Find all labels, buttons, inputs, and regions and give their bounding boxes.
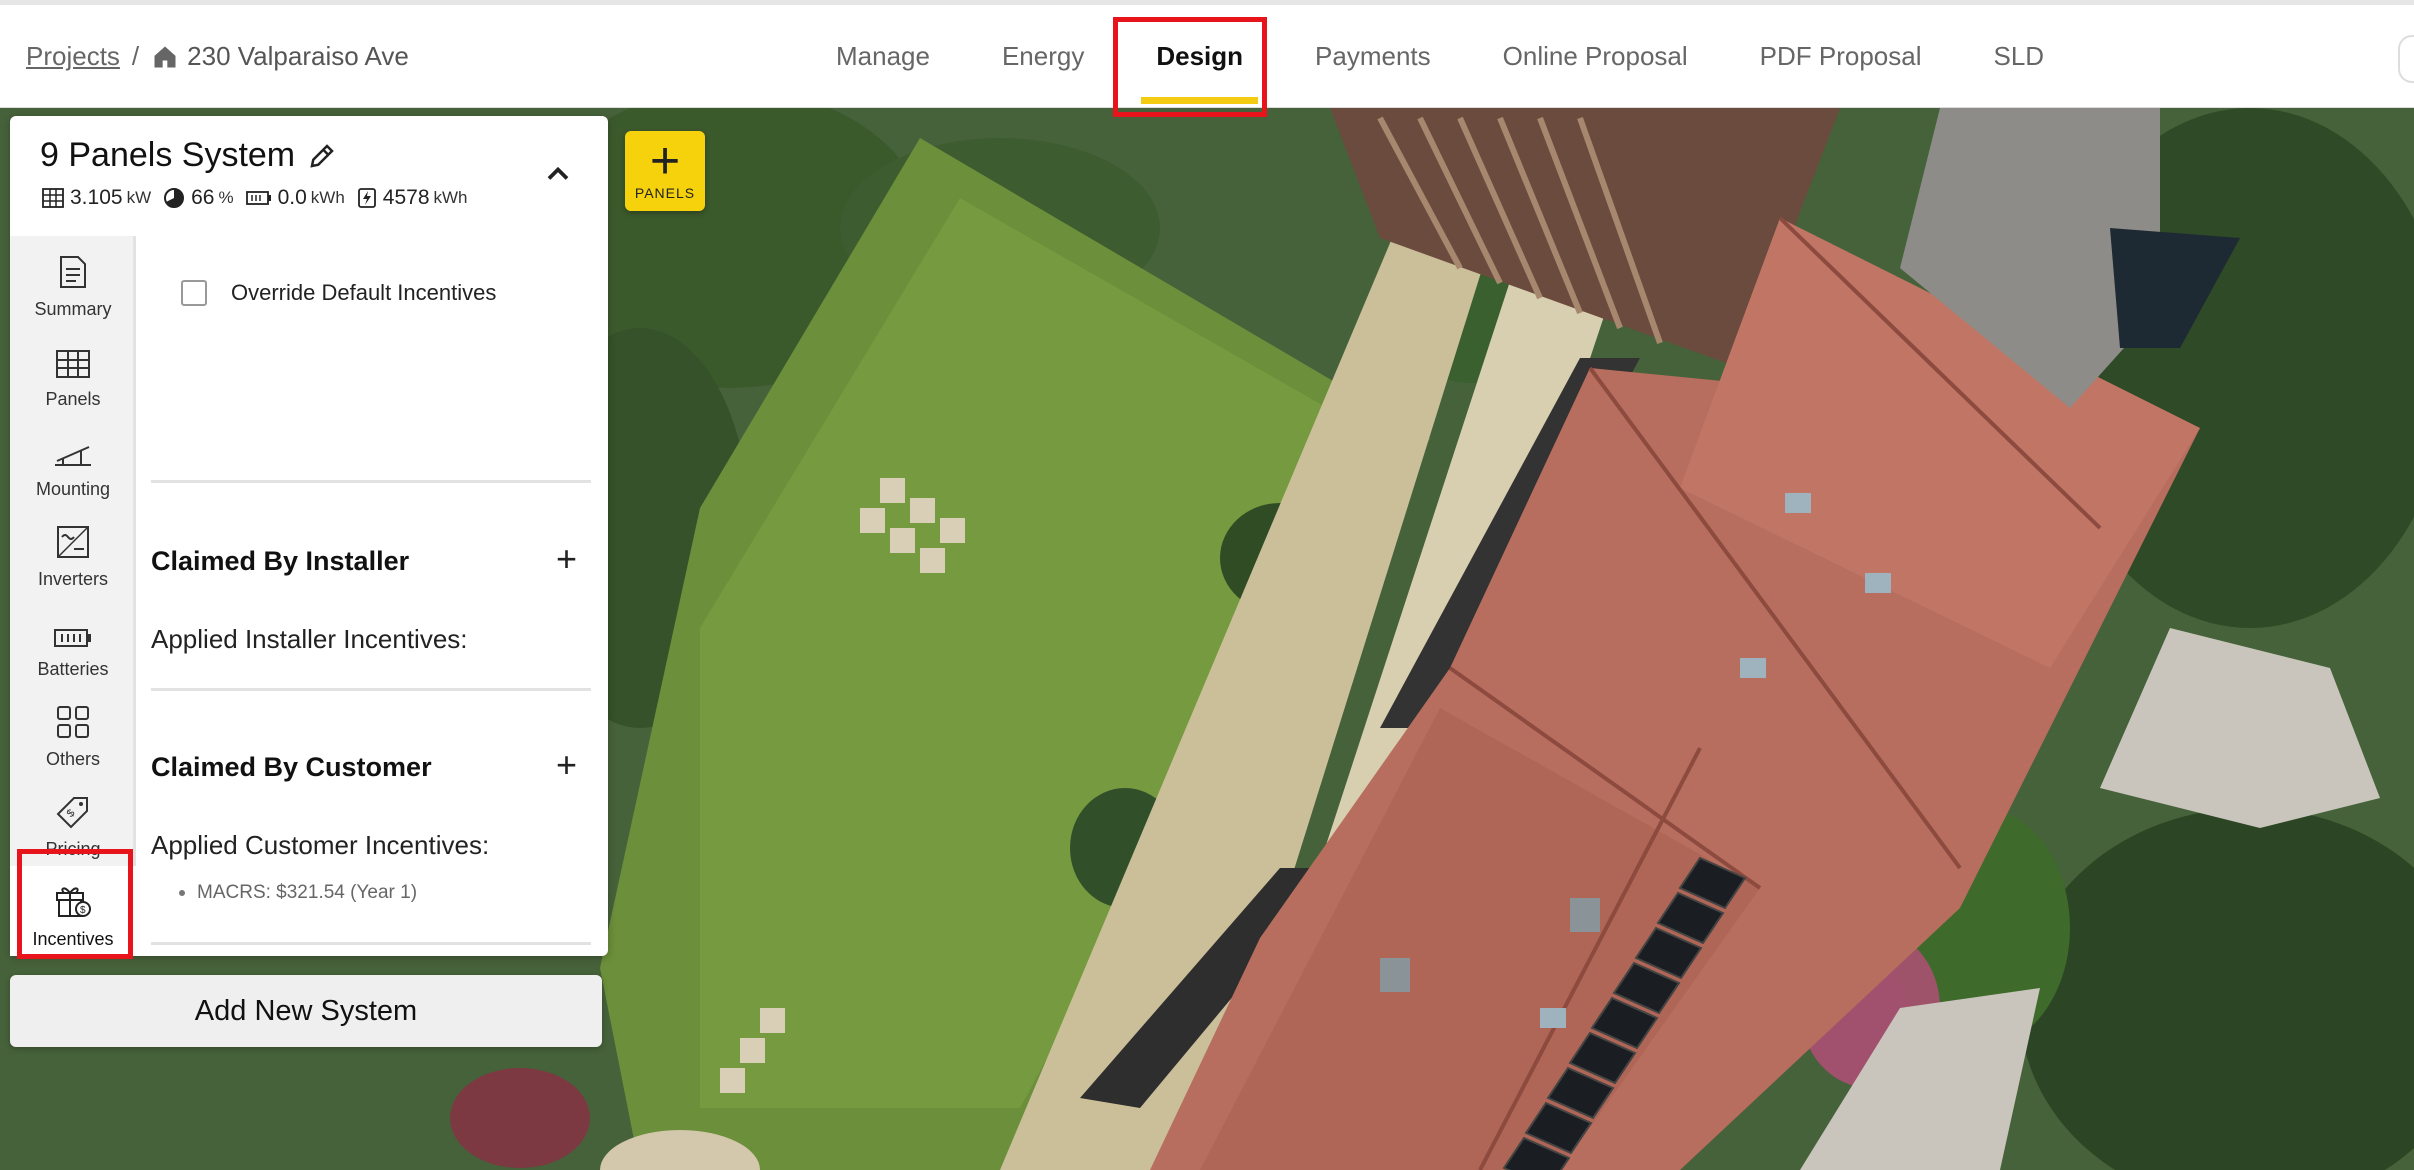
add-installer-incentive-button[interactable]: + <box>556 541 577 577</box>
add-panels-button[interactable]: + PANELS <box>625 131 705 211</box>
sidebar-item-others[interactable]: Others <box>10 686 136 776</box>
stat-system-size: 3.105 kW <box>42 186 151 210</box>
tab-payments[interactable]: Payments <box>1294 5 1452 108</box>
top-bar: Projects / 230 Valparaiso Ave Manage Ene… <box>0 0 2414 108</box>
stat-size-value: 3.105 <box>70 186 123 209</box>
document-icon <box>60 256 86 288</box>
sidebar-item-summary-label: Summary <box>34 299 112 319</box>
user-menu-button[interactable] <box>2398 35 2414 83</box>
home-icon <box>154 46 176 67</box>
main-tabs: Manage Energy Design Payments Online Pro… <box>815 5 2095 108</box>
applied-installer-label: Applied Installer Incentives: <box>151 624 468 654</box>
sidebar-item-incentives-label: Incentives <box>32 929 114 949</box>
divider <box>151 688 591 691</box>
add-new-system-button[interactable]: Add New System <box>10 975 602 1047</box>
tab-online-proposal[interactable]: Online Proposal <box>1482 5 1709 108</box>
tab-manage-label: Manage <box>836 41 930 71</box>
battery-icon <box>54 629 91 647</box>
tab-payments-label: Payments <box>1315 41 1431 71</box>
breadcrumb: Projects / 230 Valparaiso Ave <box>26 41 409 72</box>
sidebar-item-pricing[interactable]: $ Pricing <box>10 776 136 866</box>
sidebar-item-summary[interactable]: Summary <box>10 236 136 326</box>
stat-production-unit: kWh <box>433 188 468 207</box>
stat-offset-value: 66 <box>191 186 215 209</box>
battery-icon <box>245 191 271 205</box>
sidebar-item-mounting[interactable]: Mounting <box>10 416 136 506</box>
divider <box>151 480 591 483</box>
plus-icon: + <box>649 132 681 190</box>
add-customer-incentive-button[interactable]: + <box>556 747 577 783</box>
stat-production-value: 4578 <box>382 186 430 209</box>
tab-online-proposal-label: Online Proposal <box>1502 41 1688 71</box>
mounting-icon <box>55 446 91 466</box>
tab-pdf-proposal-label: PDF Proposal <box>1759 41 1922 71</box>
tab-sld-label: SLD <box>1993 41 2045 71</box>
svg-text:$: $ <box>80 905 86 916</box>
sidebar-item-batteries-label: Batteries <box>37 659 109 679</box>
bullet-dot <box>179 890 185 896</box>
pencil-icon[interactable] <box>307 141 337 171</box>
offset-pie-icon <box>164 188 185 208</box>
svg-text:$: $ <box>65 807 78 820</box>
add-panels-label: PANELS <box>634 185 696 201</box>
stat-offset-unit: % <box>218 188 234 207</box>
override-incentives-row[interactable]: Override Default Incentives <box>181 280 601 306</box>
add-new-system-label: Add New System <box>194 994 418 1027</box>
tab-pdf-proposal[interactable]: PDF Proposal <box>1739 5 1943 108</box>
panel-grid-icon <box>42 188 64 208</box>
sidebar-item-mounting-label: Mounting <box>35 479 111 499</box>
list-item: MACRS: $321.54 (Year 1) <box>179 882 417 904</box>
tab-energy-label: Energy <box>1001 41 1085 71</box>
others-icon <box>57 706 89 738</box>
stat-size-unit: kW <box>126 188 152 207</box>
stat-production: 4578 kWh <box>357 186 468 210</box>
stat-battery-value: 0.0 <box>277 186 307 209</box>
stat-battery-unit: kWh <box>310 188 345 207</box>
tab-energy[interactable]: Energy <box>981 5 1105 108</box>
system-stats: 3.105 kW 66% 0.0 kWh 4578 kWh <box>42 186 480 210</box>
design-sidebar: Summary Panels Mounting Inverters Batter… <box>10 236 136 956</box>
tab-design-label: Design <box>1156 41 1244 71</box>
sidebar-item-pricing-label: Pricing <box>45 839 101 859</box>
sidebar-item-inverters[interactable]: Inverters <box>10 506 136 596</box>
project-address: 230 Valparaiso Ave <box>187 41 409 71</box>
stat-battery: 0.0 kWh <box>245 186 345 210</box>
sidebar-item-panels-label: Panels <box>45 389 101 409</box>
sidebar-item-batteries[interactable]: Batteries <box>10 596 136 686</box>
installer-section-title: Claimed By Installer <box>151 546 410 576</box>
grid-icon <box>56 350 90 378</box>
chevron-up-icon[interactable] <box>540 156 576 192</box>
system-panel: 9 Panels System 3.105 kW 66% 0.0 kWh 4578 k… <box>10 116 608 956</box>
applied-customer-label: Applied Customer Incentives: <box>151 830 490 860</box>
sidebar-item-incentives[interactable]: $ Incentives <box>10 866 136 956</box>
tab-design[interactable]: Design <box>1135 5 1264 108</box>
customer-incentive-macrs: MACRS: $321.54 (Year 1) <box>197 882 418 903</box>
breadcrumb-separator: / <box>131 41 140 71</box>
override-incentives-label: Override Default Incentives <box>231 280 497 305</box>
price-tag-icon: $ <box>56 797 88 829</box>
inverter-icon <box>57 526 89 558</box>
system-title-row: 9 Panels System <box>40 136 337 175</box>
tab-manage[interactable]: Manage <box>815 5 951 108</box>
customer-section-title: Claimed By Customer <box>151 752 432 782</box>
system-title: 9 Panels System <box>40 136 296 174</box>
sidebar-item-others-label: Others <box>45 749 101 769</box>
lightning-icon <box>357 188 376 208</box>
stat-offset: 66% <box>163 186 234 210</box>
breadcrumb-projects-link[interactable]: Projects <box>26 41 120 72</box>
tab-sld[interactable]: SLD <box>1973 5 2066 108</box>
sidebar-item-panels[interactable]: Panels <box>10 326 136 416</box>
override-incentives-checkbox[interactable] <box>181 280 207 306</box>
gift-icon: $ <box>56 887 91 917</box>
divider <box>151 942 591 945</box>
sidebar-item-inverters-label: Inverters <box>37 569 109 589</box>
